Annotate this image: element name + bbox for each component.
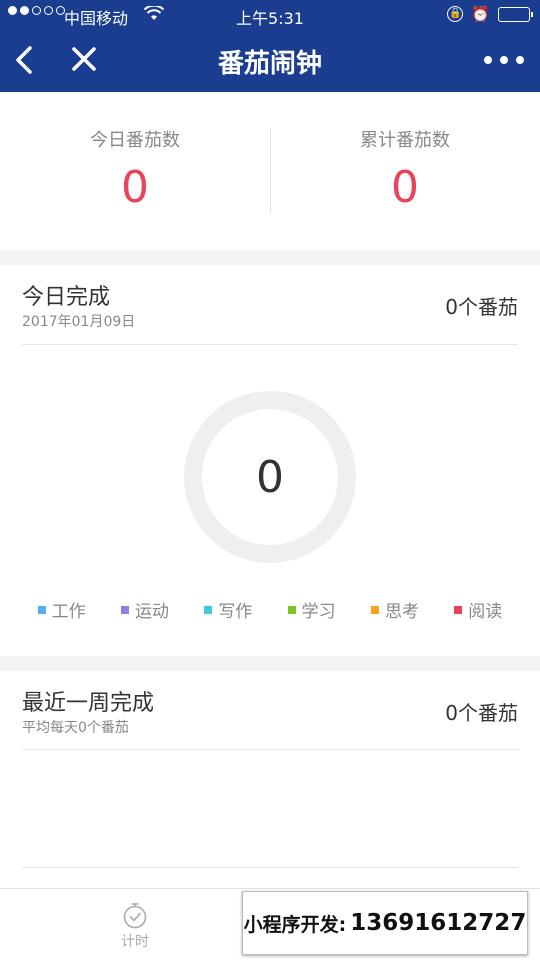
close-icon: [72, 47, 96, 71]
today-completed-title: 今日完成: [22, 285, 111, 310]
category-legend: 工作 运动 写作 学习 思考 阅读: [0, 597, 540, 622]
legend-label: 运动: [134, 602, 169, 622]
total-tomato-stat: 累计番茄数 0: [270, 92, 540, 250]
more-menu-button[interactable]: [484, 48, 524, 72]
legend-item: 学习: [287, 597, 336, 622]
legend-label: 思考: [384, 602, 419, 622]
legend-label: 学习: [301, 602, 336, 622]
today-completed-count: 0个番茄: [445, 295, 518, 319]
legend-swatch: [37, 605, 46, 614]
weekly-completed-count: 0个番茄: [445, 701, 518, 725]
legend-item: 阅读: [454, 597, 502, 622]
divider: [22, 344, 518, 345]
legend-swatch: [287, 605, 296, 614]
weekly-completed-title: 最近一周完成: [22, 691, 155, 716]
legend-item: 思考: [370, 597, 419, 622]
legend-swatch: [120, 605, 129, 614]
watermark-prefix: 小程序开发:: [243, 913, 347, 936]
watermark-phone: 13691612727: [350, 910, 527, 936]
more-dot: [500, 56, 508, 64]
tomato-stats-panel: 今日番茄数 0 累计番茄数 0: [0, 92, 540, 250]
more-dot: [516, 56, 524, 64]
today-tomato-stat: 今日番茄数 0: [0, 92, 270, 250]
more-dot: [484, 56, 492, 64]
legend-item: 工作: [37, 597, 86, 622]
tab-timer[interactable]: 计时: [0, 889, 270, 960]
tab-timer-label: 计时: [121, 934, 149, 950]
today-tomato-label: 今日番茄数: [90, 130, 180, 151]
divider: [22, 867, 518, 868]
legend-item: 运动: [120, 597, 169, 622]
battery-icon: [498, 6, 533, 22]
legend-label: 阅读: [468, 602, 503, 622]
today-tomato-count: 0: [121, 162, 149, 213]
weekly-average: 平均每天0个番茄: [22, 720, 129, 736]
legend-item: 写作: [204, 597, 252, 622]
status-bar: 中国移动 上午5:31 🔒 ⏰: [0, 0, 540, 30]
weekly-completed-card: 最近一周完成 平均每天0个番茄 0个番茄: [0, 671, 540, 888]
total-tomato-count: 0: [391, 162, 419, 213]
status-icons: 🔒 ⏰: [447, 5, 533, 23]
today-completed-card: 今日完成 2017年01月09日 0个番茄 0 工作 运动 写作 学习 思考 阅读: [0, 265, 540, 656]
legend-swatch: [454, 605, 463, 614]
back-button[interactable]: [10, 40, 40, 80]
total-tomato-label: 累计番茄数: [360, 130, 450, 151]
developer-contact-watermark: 小程序开发: 13691612727: [242, 891, 528, 955]
close-button[interactable]: [68, 40, 100, 80]
completion-ring-chart: 0: [184, 391, 356, 563]
legend-label: 工作: [51, 602, 86, 622]
legend-swatch: [204, 605, 213, 614]
stopwatch-icon: [123, 903, 147, 929]
orientation-lock-icon: 🔒: [447, 6, 464, 22]
today-date: 2017年01月09日: [22, 314, 136, 330]
legend-label: 写作: [218, 602, 253, 622]
legend-swatch: [370, 605, 379, 614]
chevron-left-icon: [16, 46, 32, 74]
top-bar: 中国移动 上午5:31 🔒 ⏰ 番茄闹钟: [0, 0, 540, 92]
alarm-icon: ⏰: [471, 5, 490, 23]
divider: [22, 749, 518, 750]
ring-center-value: 0: [256, 451, 284, 503]
